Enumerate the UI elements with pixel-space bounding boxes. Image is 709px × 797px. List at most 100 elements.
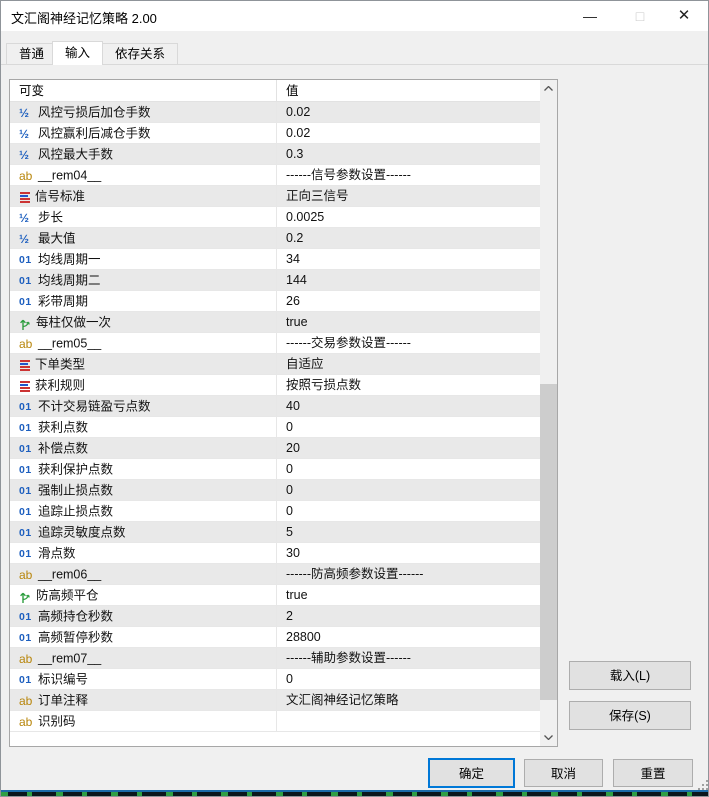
param-value-cell[interactable]: 0 [276, 459, 540, 479]
param-value-cell[interactable]: 正向三信号 [276, 186, 540, 206]
param-value-cell[interactable]: 0.3 [276, 144, 540, 164]
table-row[interactable]: 01追踪止损点数0 [10, 501, 540, 522]
param-value-cell[interactable] [276, 711, 540, 731]
table-row[interactable]: ½最大值0.2 [10, 228, 540, 249]
tab-inputs[interactable]: 输入 [52, 41, 103, 65]
param-value-cell[interactable]: 0.0025 [276, 207, 540, 227]
param-name-cell: ab识别码 [10, 711, 276, 731]
table-row[interactable]: 获利规则按照亏损点数 [10, 375, 540, 396]
close-button[interactable]: ✕ [667, 1, 701, 29]
table-row[interactable]: ½风控最大手数0.3 [10, 144, 540, 165]
window-title: 文汇阁神经记忆策略 2.00 [11, 8, 157, 27]
param-name-cell: 01高频持仓秒数 [10, 606, 276, 626]
resize-grip[interactable] [698, 780, 708, 790]
param-value-cell[interactable]: 0.02 [276, 123, 540, 143]
minimize-button[interactable]: — [573, 1, 607, 29]
background-strip [1, 790, 708, 796]
tab-common[interactable]: 普通 [6, 43, 57, 64]
load-button[interactable]: 载入(L) [569, 661, 691, 690]
param-value-cell[interactable]: 0.2 [276, 228, 540, 248]
param-name-cell: 下单类型 [10, 354, 276, 374]
param-value-cell[interactable]: true [276, 312, 540, 332]
table-row[interactable]: 每柱仅做一次 true [10, 312, 540, 333]
param-value-cell[interactable]: 2 [276, 606, 540, 626]
table-row[interactable]: ab订单注释文汇阁神经记忆策略 [10, 690, 540, 711]
table-row[interactable]: 防高频平仓true [10, 585, 540, 606]
param-value-cell[interactable]: 0 [276, 669, 540, 689]
param-value-cell[interactable]: 自适应 [276, 354, 540, 374]
text-ab-icon: ab [19, 166, 35, 185]
ok-button[interactable]: 确定 [428, 758, 515, 788]
param-value-cell[interactable]: 0 [276, 480, 540, 500]
cancel-button[interactable]: 取消 [524, 759, 603, 787]
table-row[interactable]: 信号标准 正向三信号 [10, 186, 540, 207]
enum-list-icon [19, 192, 32, 204]
table-row[interactable]: ab__rem06__------防高频参数设置------ [10, 564, 540, 585]
table-row[interactable]: ab__rem04__------信号参数设置------ [10, 165, 540, 186]
bool-arrow-icon [19, 590, 33, 604]
maximize-button: □ [623, 1, 657, 29]
save-button[interactable]: 保存(S) [569, 701, 691, 730]
param-value-cell[interactable]: 30 [276, 543, 540, 563]
table-row[interactable]: 01均线周期二144 [10, 270, 540, 291]
table-row[interactable]: ½风控赢利后减仓手数0.02 [10, 123, 540, 144]
param-value-cell[interactable]: 按照亏损点数 [276, 375, 540, 395]
scrollbar-thumb[interactable] [540, 384, 557, 700]
reset-button[interactable]: 重置 [613, 759, 693, 787]
param-name-label: 每柱仅做一次 [36, 316, 111, 330]
param-value-cell[interactable]: ------防高频参数设置------ [276, 564, 540, 584]
param-name-cell: 获利规则 [10, 375, 276, 395]
table-row[interactable]: ½步长0.0025 [10, 207, 540, 228]
param-name-cell: 01高频暂停秒数 [10, 627, 276, 647]
param-value-cell[interactable]: 40 [276, 396, 540, 416]
table-row[interactable]: 01高频持仓秒数2 [10, 606, 540, 627]
param-value-cell[interactable]: ------信号参数设置------ [276, 165, 540, 185]
param-name-label: 识别码 [38, 715, 76, 729]
table-row[interactable]: ab识别码 [10, 711, 540, 732]
param-value-cell[interactable]: 0 [276, 417, 540, 437]
table-row[interactable]: ab__rem07__------辅助参数设置------ [10, 648, 540, 669]
param-value-cell[interactable]: 0 [276, 501, 540, 521]
param-value-cell[interactable]: 28800 [276, 627, 540, 647]
table-row[interactable]: 01均线周期一34 [10, 249, 540, 270]
param-name-cell: 01滑点数 [10, 543, 276, 563]
param-value-cell[interactable]: ------辅助参数设置------ [276, 648, 540, 668]
param-value-cell[interactable]: 20 [276, 438, 540, 458]
table-row[interactable]: 下单类型 自适应 [10, 354, 540, 375]
vertical-scrollbar[interactable] [540, 80, 557, 746]
table-row[interactable]: ab__rem05__------交易参数设置------ [10, 333, 540, 354]
param-value-cell[interactable]: 34 [276, 249, 540, 269]
param-name-cell: 01不计交易链盈亏点数 [10, 396, 276, 416]
param-value-cell[interactable]: true [276, 585, 540, 605]
tab-dependencies[interactable]: 依存关系 [102, 43, 178, 64]
table-row[interactable]: ½风控亏损后加仓手数0.02 [10, 102, 540, 123]
table-row[interactable]: 01获利保护点数0 [10, 459, 540, 480]
table-row[interactable]: 01彩带周期26 [10, 291, 540, 312]
table-row[interactable]: 01补偿点数20 [10, 438, 540, 459]
param-name-label: 滑点数 [38, 547, 76, 561]
column-header-variable[interactable]: 可变 [10, 80, 276, 102]
param-value-cell[interactable]: 5 [276, 522, 540, 542]
column-header-value[interactable]: 值 [276, 80, 540, 102]
param-name-cell: 01强制止损点数 [10, 480, 276, 500]
table-row[interactable]: 01获利点数0 [10, 417, 540, 438]
table-row[interactable]: 01滑点数30 [10, 543, 540, 564]
param-name-label: __rem05__ [38, 337, 101, 351]
param-name-label: 追踪灵敏度点数 [38, 526, 126, 540]
param-name-label: 下单类型 [35, 358, 85, 372]
table-row[interactable]: 01追踪灵敏度点数5 [10, 522, 540, 543]
scroll-down-icon[interactable] [540, 729, 557, 746]
param-value-cell[interactable]: 文汇阁神经记忆策略 [276, 690, 540, 710]
table-row[interactable]: 01高频暂停秒数28800 [10, 627, 540, 648]
param-value-cell[interactable]: ------交易参数设置------ [276, 333, 540, 353]
param-value-cell[interactable]: 0.02 [276, 102, 540, 122]
scroll-up-icon[interactable] [540, 80, 557, 97]
table-row[interactable]: 01不计交易链盈亏点数40 [10, 396, 540, 417]
table-row[interactable]: 01标识编号0 [10, 669, 540, 690]
table-row[interactable]: 01强制止损点数0 [10, 480, 540, 501]
param-name-cell: 防高频平仓 [10, 585, 276, 605]
param-value-cell[interactable]: 144 [276, 270, 540, 290]
param-name-label: 信号标准 [35, 190, 85, 204]
half-fraction-icon: ½ [19, 103, 35, 122]
param-value-cell[interactable]: 26 [276, 291, 540, 311]
